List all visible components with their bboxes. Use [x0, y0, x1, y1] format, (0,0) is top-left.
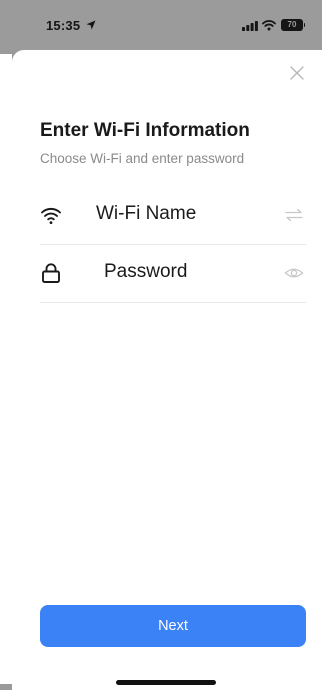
wifi-sheet: [12, 50, 322, 690]
lock-icon: [42, 263, 60, 283]
wifi-name-field[interactable]: Wi-Fi Name: [40, 188, 306, 245]
status-time: 15:35: [46, 18, 81, 33]
home-indicator: [116, 680, 216, 685]
status-bar: 15:35 70: [0, 0, 322, 50]
page-subtitle: Choose Wi-Fi and enter password: [40, 151, 245, 166]
wifi-name-value: Wi-Fi Name: [96, 203, 197, 224]
wifi-icon: [41, 208, 61, 224]
cellular-signal-icon: [242, 21, 258, 31]
page-title: Enter Wi-Fi Information: [40, 120, 250, 141]
battery-level: 70: [287, 20, 297, 29]
wifi-icon: [262, 20, 276, 31]
password-value: Password: [104, 261, 188, 282]
battery-icon: 70: [281, 19, 305, 31]
location-arrow-icon: [86, 20, 96, 30]
password-field[interactable]: Password: [40, 246, 306, 303]
switch-arrows-icon[interactable]: [284, 205, 304, 225]
next-button[interactable]: Next: [40, 605, 306, 647]
close-button[interactable]: [284, 60, 310, 86]
sheet-edge: [0, 54, 12, 684]
close-icon: [290, 66, 304, 80]
eye-icon[interactable]: [284, 263, 304, 283]
